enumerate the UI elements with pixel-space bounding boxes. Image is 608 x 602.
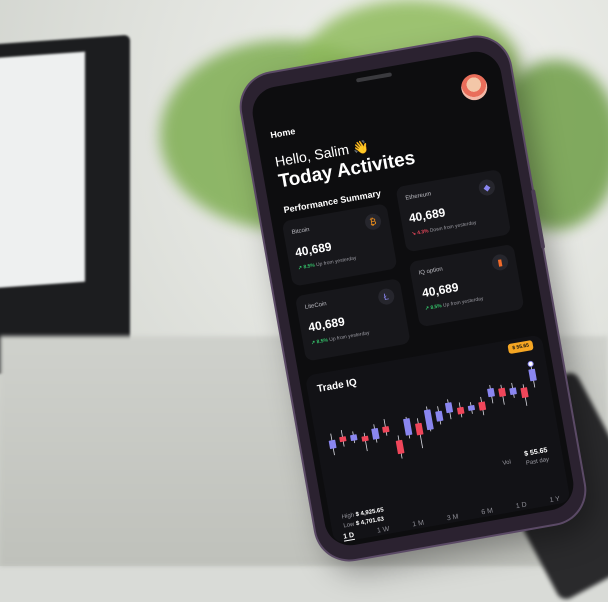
candle-body xyxy=(395,439,405,455)
candlestick-chart[interactable] xyxy=(315,357,556,487)
candle-body xyxy=(435,410,444,422)
candle-body xyxy=(456,406,465,415)
card-value: 40,689 xyxy=(407,205,447,226)
change-text: Up from yesterday xyxy=(328,330,371,344)
timeframe-3[interactable]: 3 M xyxy=(446,513,459,523)
app-header: Home xyxy=(266,72,494,150)
change-percent: 8.5% xyxy=(303,262,316,271)
low-label: Low xyxy=(343,521,355,530)
card-ethereum[interactable]: Ethereum ◆ 40,689 ↘ 4.3% Down from yeste… xyxy=(395,168,512,253)
bar-chart-icon: ▮ xyxy=(490,253,510,272)
change-text: Up from yesterday xyxy=(442,295,484,309)
candle-body xyxy=(415,422,424,436)
candle-body xyxy=(467,405,475,411)
candle-body xyxy=(382,426,390,433)
card-value: 40,689 xyxy=(307,314,346,335)
card-value: 40,689 xyxy=(421,280,460,301)
vol-label: Vol xyxy=(502,459,512,467)
home-tab[interactable]: Home xyxy=(270,126,296,140)
candle-body xyxy=(498,387,507,397)
candle-body xyxy=(444,402,454,414)
card-name: Ethereum xyxy=(405,191,432,202)
trade-iq-panel: Trade IQ $ 55.65 Vol $ 55.65 Past day Hi… xyxy=(304,334,571,544)
candle-body xyxy=(350,434,358,442)
candle-body xyxy=(361,435,369,442)
litecoin-icon: Ł xyxy=(376,287,396,306)
card-litecoin[interactable]: LiteCoin Ł 40,689 ↗ 8.5% Up from yesterd… xyxy=(294,278,411,362)
candle-body xyxy=(528,368,537,382)
card-name: Bitcoin xyxy=(291,226,311,237)
candle-body xyxy=(509,387,517,396)
timeframe-1[interactable]: 1 W xyxy=(377,526,391,536)
candle-body xyxy=(339,436,347,443)
wave-emoji-icon: 👋 xyxy=(351,138,370,157)
change-percent: 8.5% xyxy=(430,303,443,312)
timeframe-2[interactable]: 1 M xyxy=(412,520,425,530)
timeframe-0[interactable]: 1 D xyxy=(342,531,355,542)
timeframe-4[interactable]: 6 M xyxy=(481,507,494,517)
high-label: High xyxy=(341,512,355,521)
timeframe-5[interactable]: 1 D xyxy=(515,501,527,511)
candle-body xyxy=(478,401,487,411)
speaker-grille xyxy=(355,72,393,83)
price-marker xyxy=(527,360,534,367)
card-name: IQ option xyxy=(418,266,444,277)
change-percent: 4.3% xyxy=(416,228,430,237)
candle-body xyxy=(371,427,380,440)
price-tag: $ 55.65 xyxy=(507,339,534,355)
card-name: LiteCoin xyxy=(304,301,328,311)
candle-body xyxy=(328,439,337,449)
avatar[interactable] xyxy=(459,72,490,103)
background-monitor-screen xyxy=(0,51,85,289)
timeframe-6[interactable]: 1 Y xyxy=(549,496,561,506)
change-percent: 8.5% xyxy=(316,337,329,346)
candle-wick xyxy=(363,432,368,452)
change-text: Up from yesterday xyxy=(315,255,357,269)
change-text: Down from yesterday xyxy=(429,219,477,234)
ethereum-icon: ◆ xyxy=(477,178,497,197)
card-iq-option[interactable]: IQ option ▮ 40,689 ↗ 8.5% Up from yester… xyxy=(408,243,525,328)
card-value: 40,689 xyxy=(294,239,333,260)
card-bitcoin[interactable]: Bitcoin ₿ 40,689 ↗ 8.5% Up from yesterda… xyxy=(281,203,398,287)
candle-body xyxy=(423,409,434,431)
bitcoin-icon: ₿ xyxy=(363,212,383,232)
candle-body xyxy=(487,387,495,398)
candle-body xyxy=(403,418,413,436)
vol-period: Past day xyxy=(525,456,550,467)
candle-body xyxy=(520,387,529,399)
